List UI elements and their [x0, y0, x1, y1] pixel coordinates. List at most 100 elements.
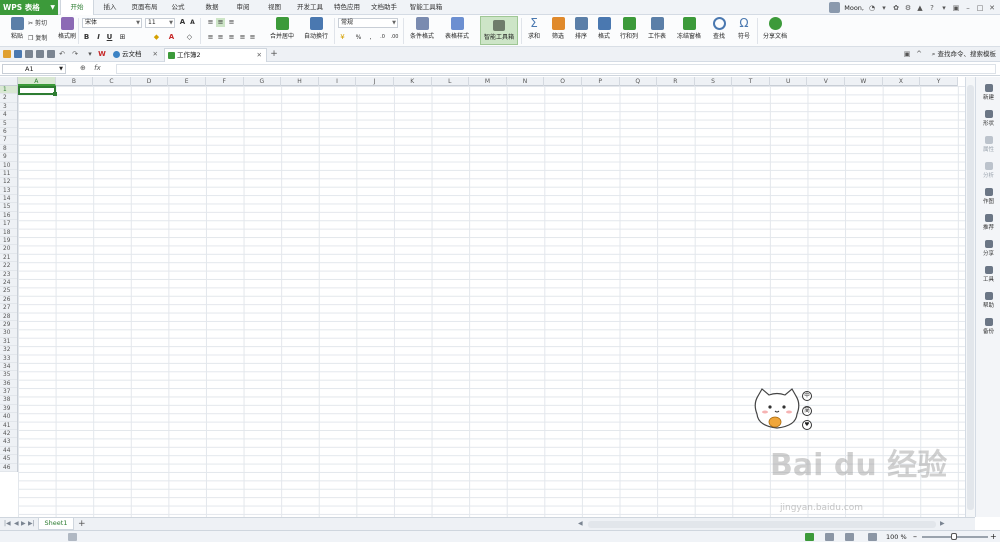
- row-header[interactable]: 42: [0, 430, 17, 439]
- row-header[interactable]: 20: [0, 245, 17, 254]
- row-header[interactable]: 37: [0, 388, 17, 397]
- merge-center-button[interactable]: 合并居中: [265, 16, 299, 46]
- normal-view-icon[interactable]: [805, 533, 814, 541]
- conditional-format-button[interactable]: 条件格式: [406, 16, 438, 46]
- tab-menu-0[interactable]: 开始: [60, 0, 94, 16]
- select-all-corner[interactable]: [0, 77, 18, 86]
- chinese-input-icon[interactable]: 中: [802, 391, 812, 401]
- prev-sheet-icon[interactable]: ◀: [14, 520, 19, 527]
- last-sheet-icon[interactable]: ▶|: [28, 520, 35, 527]
- column-header[interactable]: Q: [620, 77, 658, 86]
- active-cell[interactable]: [18, 86, 57, 96]
- table-style-button[interactable]: 表格样式: [440, 16, 474, 46]
- row-header[interactable]: 23: [0, 271, 17, 279]
- task-pane-item[interactable]: 形状: [976, 107, 1000, 131]
- close-icon[interactable]: ✕: [257, 49, 262, 62]
- task-pane-item[interactable]: 作图: [976, 185, 1000, 209]
- app-menu-button[interactable]: WPS 表格 ▼: [0, 0, 58, 15]
- column-header[interactable]: K: [394, 77, 432, 86]
- fill-color-icon[interactable]: ◆: [152, 33, 161, 42]
- fx-button[interactable]: fx: [94, 64, 101, 72]
- row-header[interactable]: 46: [0, 464, 17, 472]
- settings-icon[interactable]: ⚙: [904, 4, 912, 12]
- save-icon[interactable]: [14, 50, 22, 58]
- row-header[interactable]: 17: [0, 220, 17, 229]
- zoom-in-icon[interactable]: +: [990, 531, 997, 542]
- shrink-font-button[interactable]: A: [188, 18, 197, 27]
- percent-button[interactable]: %: [354, 33, 363, 42]
- row-header[interactable]: 8: [0, 145, 17, 154]
- tab-menu-5[interactable]: 审阅: [230, 0, 256, 15]
- maximize-icon[interactable]: □: [976, 4, 984, 12]
- tab-menu-2[interactable]: 页面布局: [128, 0, 161, 15]
- tab-menu-4[interactable]: 数据: [197, 0, 227, 15]
- row-header[interactable]: 45: [0, 455, 17, 464]
- scroll-left-icon[interactable]: ◀: [578, 520, 583, 527]
- row-header[interactable]: 22: [0, 262, 17, 271]
- row-header[interactable]: 1: [0, 86, 17, 95]
- row-header[interactable]: 25: [0, 287, 17, 296]
- copy-button[interactable]: ❐ 复制: [28, 33, 47, 42]
- more-icon[interactable]: ▾: [940, 4, 948, 12]
- add-sheet-icon[interactable]: +: [78, 518, 86, 530]
- row-header[interactable]: 11: [0, 170, 17, 179]
- row-header[interactable]: 36: [0, 380, 17, 389]
- column-header[interactable]: E: [168, 77, 206, 86]
- close-icon[interactable]: ✕: [988, 4, 996, 12]
- wrap-text-button[interactable]: 自动换行: [300, 16, 332, 46]
- align-middle-icon[interactable]: ≡: [216, 18, 225, 27]
- tab-menu-10[interactable]: 智能工具箱: [404, 0, 448, 15]
- row-header[interactable]: 24: [0, 279, 17, 288]
- avatar[interactable]: [829, 2, 841, 13]
- sort-button[interactable]: 排序: [569, 16, 593, 46]
- grow-font-button[interactable]: A: [178, 18, 187, 27]
- column-header[interactable]: L: [432, 77, 470, 86]
- column-header[interactable]: Y: [920, 77, 958, 86]
- filter-button[interactable]: 筛选: [546, 16, 570, 46]
- row-header[interactable]: 38: [0, 396, 17, 405]
- decrease-decimal-icon[interactable]: .00: [390, 33, 399, 42]
- column-header[interactable]: N: [507, 77, 545, 86]
- row-header[interactable]: 2: [0, 94, 17, 103]
- column-header[interactable]: B: [56, 77, 94, 86]
- tab-cloud-docs[interactable]: 云文档 ✕: [110, 48, 162, 62]
- thousands-icon[interactable]: ,: [366, 33, 375, 42]
- horizontal-scrollbar[interactable]: [588, 521, 936, 528]
- pin-icon[interactable]: ▲: [916, 4, 924, 12]
- row-header[interactable]: 14: [0, 195, 17, 204]
- next-sheet-icon[interactable]: ▶: [21, 520, 26, 527]
- row-header[interactable]: 6: [0, 128, 17, 137]
- underline-button[interactable]: U: [105, 33, 114, 42]
- row-header[interactable]: 9: [0, 153, 17, 162]
- cut-button[interactable]: ✂ 剪切: [28, 18, 47, 27]
- align-right-icon[interactable]: ≡: [227, 33, 236, 42]
- tab-menu-6[interactable]: 视图: [259, 0, 290, 15]
- reading-mode-icon[interactable]: [868, 533, 877, 541]
- row-header[interactable]: 35: [0, 371, 17, 380]
- row-header[interactable]: 34: [0, 363, 17, 372]
- align-bottom-icon[interactable]: ≡: [227, 18, 236, 27]
- column-header[interactable]: X: [883, 77, 921, 86]
- row-header[interactable]: 13: [0, 187, 17, 196]
- close-icon[interactable]: ✕: [153, 48, 158, 61]
- row-header[interactable]: 16: [0, 212, 17, 221]
- row-header[interactable]: 44: [0, 447, 17, 456]
- open-icon[interactable]: [3, 50, 11, 58]
- shirt-icon[interactable]: ♥: [802, 420, 812, 430]
- row-header[interactable]: 29: [0, 321, 17, 330]
- first-sheet-icon[interactable]: |◀: [4, 520, 11, 527]
- freeze-panes-button[interactable]: 冻结窗格: [672, 16, 706, 46]
- worksheet-button[interactable]: 工作表: [643, 16, 671, 46]
- column-header[interactable]: P: [582, 77, 620, 86]
- skin-icon[interactable]: ✿: [892, 4, 900, 12]
- column-header[interactable]: I: [319, 77, 357, 86]
- font-color-icon[interactable]: A: [167, 33, 176, 42]
- increase-decimal-icon[interactable]: .0: [378, 33, 387, 42]
- user-name[interactable]: Moon,: [844, 4, 864, 12]
- redo-icon[interactable]: ↷: [71, 50, 79, 58]
- format-button[interactable]: 格式: [592, 16, 616, 46]
- tab-menu-8[interactable]: 特色应用: [330, 0, 364, 15]
- chevron-down-icon[interactable]: ▾: [86, 50, 94, 58]
- search-commands[interactable]: ⌕ 查找命令、搜索模板: [932, 47, 996, 62]
- row-header[interactable]: 31: [0, 338, 17, 347]
